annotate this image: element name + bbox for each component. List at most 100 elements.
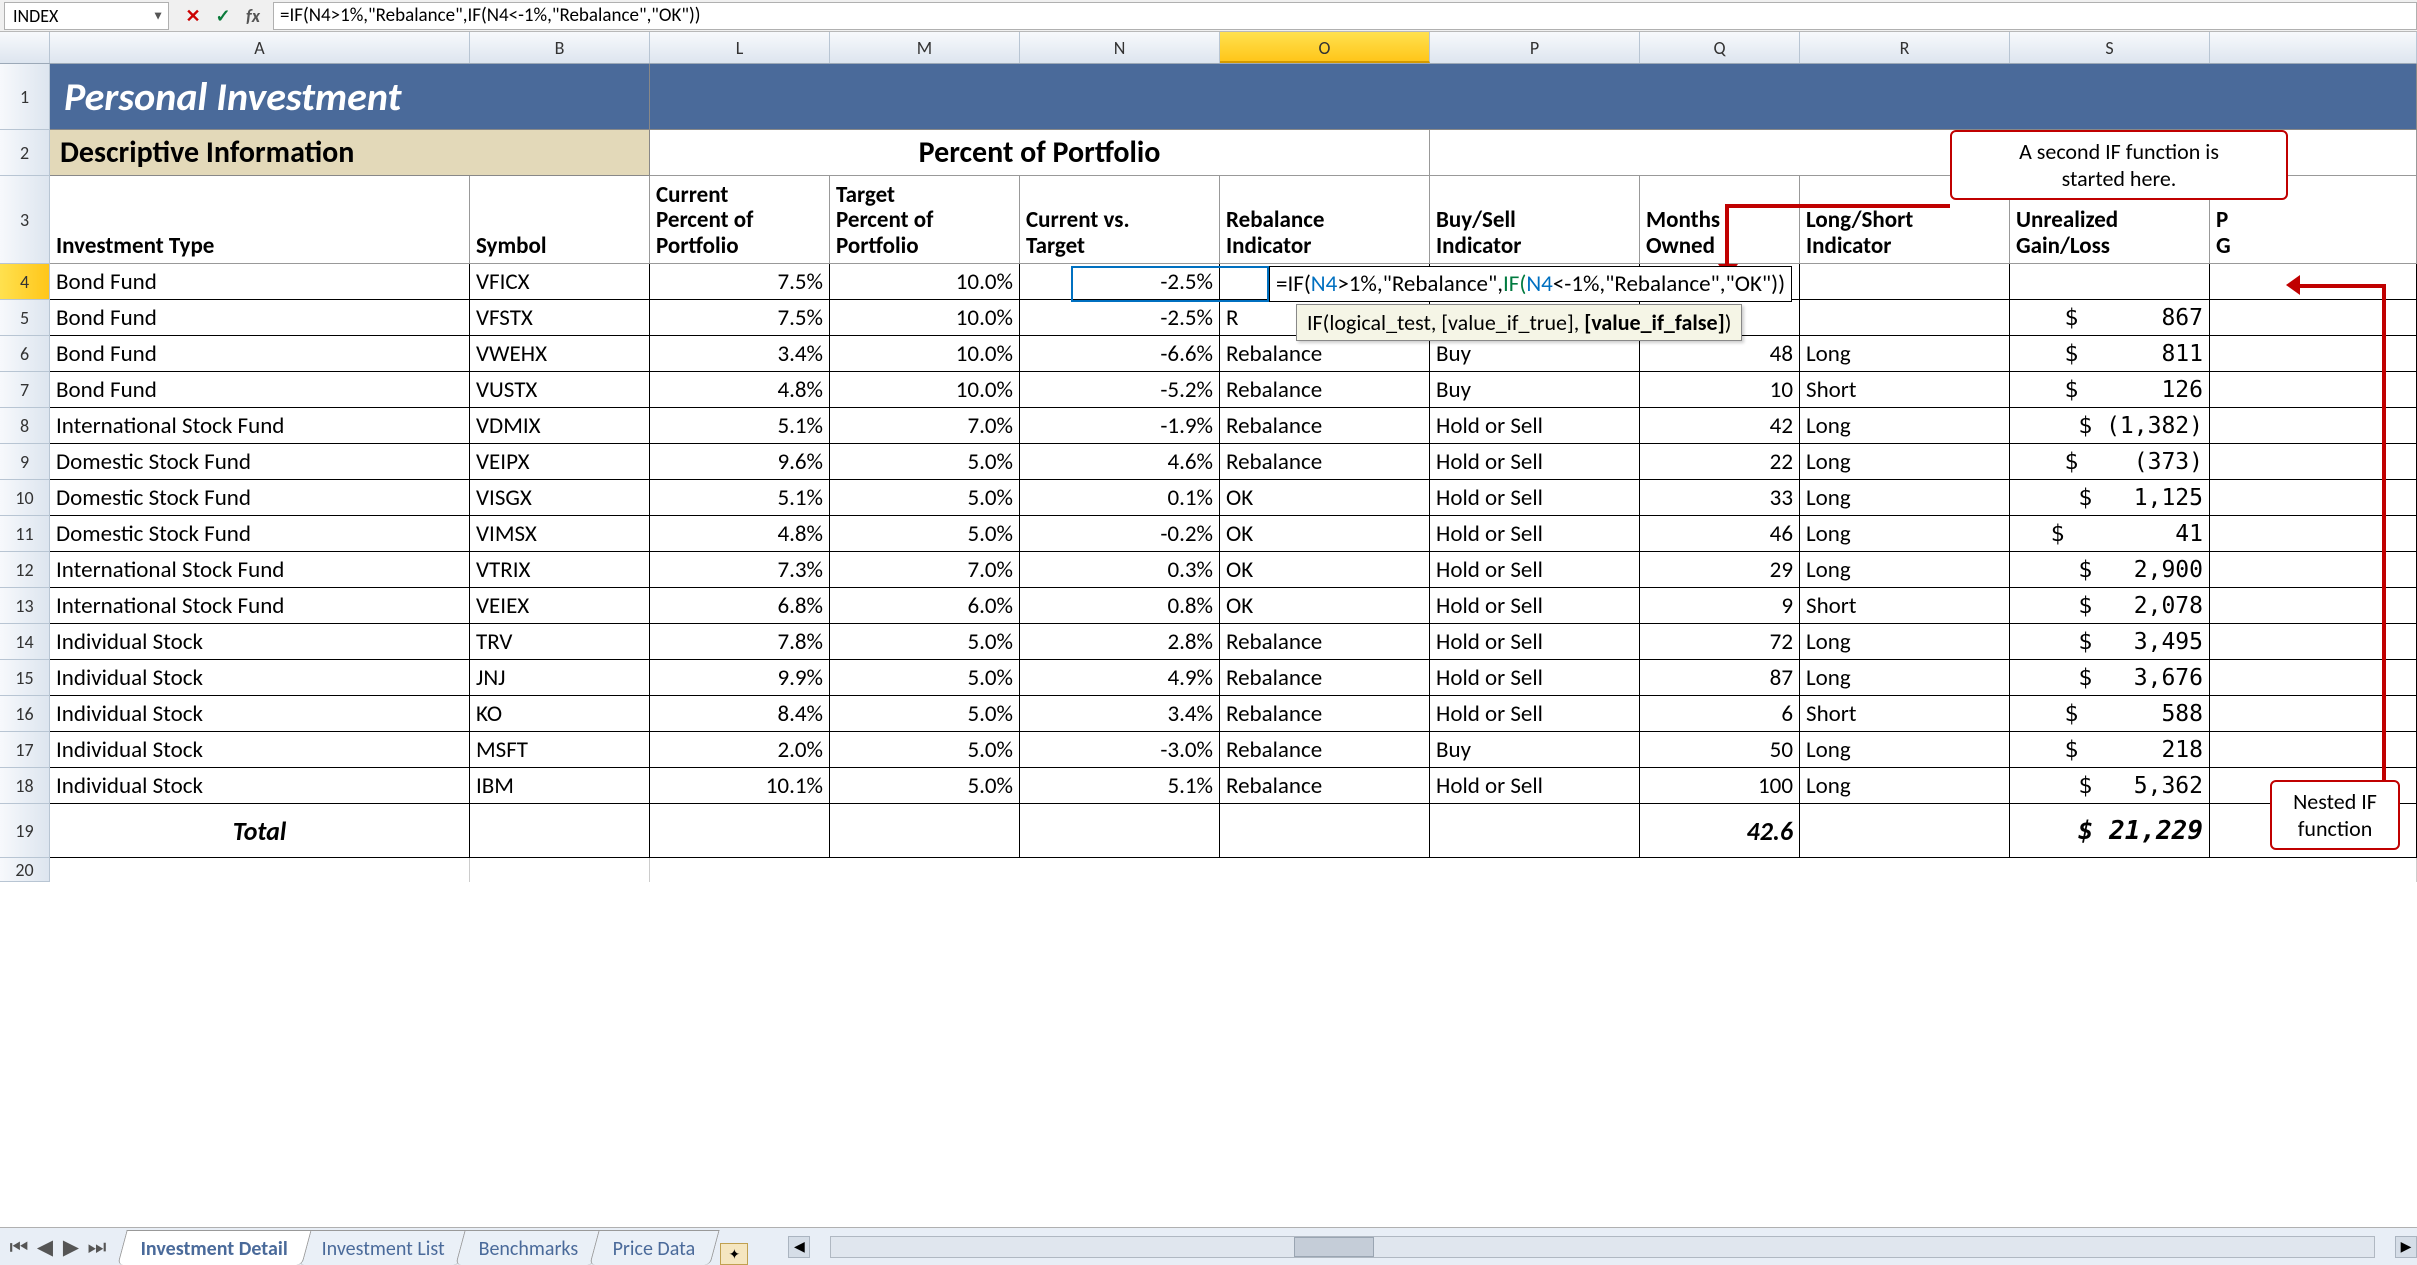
cell-Q19[interactable]: 42.6 [1640, 804, 1800, 858]
col-header-R[interactable]: R [1800, 32, 2010, 63]
row-header-17[interactable]: 17 [0, 732, 50, 768]
cell-tgtpct[interactable]: 6.0% [830, 588, 1020, 624]
cell-tgtpct[interactable]: 7.0% [830, 408, 1020, 444]
cell-tgtpct[interactable]: 5.0% [830, 480, 1020, 516]
cancel-button[interactable]: ✕ [183, 6, 203, 26]
cell-ugl[interactable]: $ 5,362 [2010, 768, 2210, 804]
cell-ugl[interactable]: $ 3,676 [2010, 660, 2210, 696]
select-all-corner[interactable] [0, 32, 50, 63]
cell-ugl[interactable]: $ 2,900 [2010, 552, 2210, 588]
cell-cvt[interactable]: -5.2% [1020, 372, 1220, 408]
cell-invtype[interactable]: Domestic Stock Fund [50, 516, 470, 552]
cell-months[interactable]: 33 [1640, 480, 1800, 516]
cell-buysell[interactable]: Buy [1430, 336, 1640, 372]
cell-rebal[interactable]: Rebalance [1220, 696, 1430, 732]
cell-cvt[interactable]: -6.6% [1020, 336, 1220, 372]
cell-ugl[interactable]: $ 41 [2010, 516, 2210, 552]
cell-ugl[interactable]: $ (1,382) [2010, 408, 2210, 444]
cell-cvt[interactable]: 4.9% [1020, 660, 1220, 696]
cell-symbol[interactable]: VFICX [470, 264, 650, 300]
cell-invtype[interactable]: Individual Stock [50, 660, 470, 696]
new-sheet-icon[interactable]: ✦ [720, 1243, 748, 1265]
cell-ugl[interactable]: $ (373) [2010, 444, 2210, 480]
cell-symbol[interactable]: IBM [470, 768, 650, 804]
cell-invtype[interactable]: Individual Stock [50, 768, 470, 804]
cell-curpct[interactable]: 3.4% [650, 336, 830, 372]
cell-symbol[interactable]: VEIPX [470, 444, 650, 480]
cell-symbol[interactable]: MSFT [470, 732, 650, 768]
cell-curpct[interactable]: 7.5% [650, 264, 830, 300]
hscroll-thumb[interactable] [1294, 1237, 1374, 1257]
cell-tgtpct[interactable]: 10.0% [830, 264, 1020, 300]
cell-months[interactable]: 22 [1640, 444, 1800, 480]
cell-curpct[interactable]: 9.6% [650, 444, 830, 480]
cell-B19[interactable] [470, 804, 650, 858]
cell-symbol[interactable]: VTRIX [470, 552, 650, 588]
name-box-dropdown-icon[interactable]: ▼ [152, 8, 164, 23]
tab-nav-first-icon[interactable]: ⏮ [8, 1236, 30, 1258]
cell-buysell[interactable]: Hold or Sell [1430, 768, 1640, 804]
cell-tgtpct[interactable]: 5.0% [830, 732, 1020, 768]
cell-tgtpct[interactable]: 5.0% [830, 444, 1020, 480]
cell-ugl[interactable]: $ 3,495 [2010, 624, 2210, 660]
row-header-1[interactable]: 1 [0, 64, 50, 130]
row-header-16[interactable]: 16 [0, 696, 50, 732]
cell-months[interactable]: 6 [1640, 696, 1800, 732]
cell-invtype[interactable]: Bond Fund [50, 264, 470, 300]
cell-ls[interactable]: Long [1800, 768, 2010, 804]
cell-ugl[interactable]: $ 2,078 [2010, 588, 2210, 624]
row-header-4[interactable]: 4 [0, 264, 50, 300]
cell-rebal[interactable]: OK [1220, 516, 1430, 552]
cell-invtype[interactable]: Individual Stock [50, 624, 470, 660]
row-header-10[interactable]: 10 [0, 480, 50, 516]
cell-buysell[interactable]: Hold or Sell [1430, 516, 1640, 552]
cell-symbol[interactable]: VDMIX [470, 408, 650, 444]
cell-buysell[interactable]: Hold or Sell [1430, 588, 1640, 624]
col-header-S[interactable]: S [2010, 32, 2210, 63]
cell-rebal[interactable]: Rebalance [1220, 624, 1430, 660]
cell-ugl[interactable]: $ 218 [2010, 732, 2210, 768]
name-box[interactable]: INDEX ▼ [4, 2, 169, 30]
cell-ls[interactable]: Short [1800, 696, 2010, 732]
cell-buysell[interactable]: Buy [1430, 372, 1640, 408]
col-header-T[interactable] [2210, 32, 2417, 63]
cell-ls[interactable]: Long [1800, 480, 2010, 516]
cell-ls[interactable]: Long [1800, 444, 2010, 480]
cell-curpct[interactable]: 10.1% [650, 768, 830, 804]
cell-rebal[interactable]: Rebalance [1220, 444, 1430, 480]
cell-ls[interactable]: Short [1800, 372, 2010, 408]
cell-symbol[interactable]: VFSTX [470, 300, 650, 336]
cell-buysell[interactable]: Buy [1430, 732, 1640, 768]
cell-buysell[interactable]: Hold or Sell [1430, 696, 1640, 732]
cell-symbol[interactable]: VEIEX [470, 588, 650, 624]
sheet-tab-investment-list[interactable]: Investment List [298, 1230, 468, 1265]
col-header-M[interactable]: M [830, 32, 1020, 63]
row-header-15[interactable]: 15 [0, 660, 50, 696]
cell-symbol[interactable]: KO [470, 696, 650, 732]
cell-invtype[interactable]: Individual Stock [50, 696, 470, 732]
cell-cvt[interactable]: -3.0% [1020, 732, 1220, 768]
cell-months[interactable]: 10 [1640, 372, 1800, 408]
row-header-11[interactable]: 11 [0, 516, 50, 552]
col-header-N[interactable]: N [1020, 32, 1220, 63]
cell-invtype[interactable]: Individual Stock [50, 732, 470, 768]
row-header-5[interactable]: 5 [0, 300, 50, 336]
cell-P19[interactable] [1430, 804, 1640, 858]
sheet-tab-investment-detail[interactable]: Investment Detail [117, 1230, 312, 1265]
cell-invtype[interactable]: Bond Fund [50, 336, 470, 372]
cell-months[interactable]: 87 [1640, 660, 1800, 696]
row-header-9[interactable]: 9 [0, 444, 50, 480]
cell-ugl[interactable] [2010, 264, 2210, 300]
sheet-tab-benchmarks[interactable]: Benchmarks [456, 1230, 603, 1265]
cell-symbol[interactable]: TRV [470, 624, 650, 660]
cell-tgtpct[interactable]: 5.0% [830, 624, 1020, 660]
cell-tgtpct[interactable]: 10.0% [830, 336, 1020, 372]
cell-curpct[interactable]: 4.8% [650, 516, 830, 552]
col-header-Q[interactable]: Q [1640, 32, 1800, 63]
cell-R19[interactable] [1800, 804, 2010, 858]
cell-B20[interactable] [470, 858, 650, 882]
cell-curpct[interactable]: 9.9% [650, 660, 830, 696]
cell-curpct[interactable]: 6.8% [650, 588, 830, 624]
cell-rebal[interactable]: OK [1220, 552, 1430, 588]
cell-invtype[interactable]: International Stock Fund [50, 408, 470, 444]
